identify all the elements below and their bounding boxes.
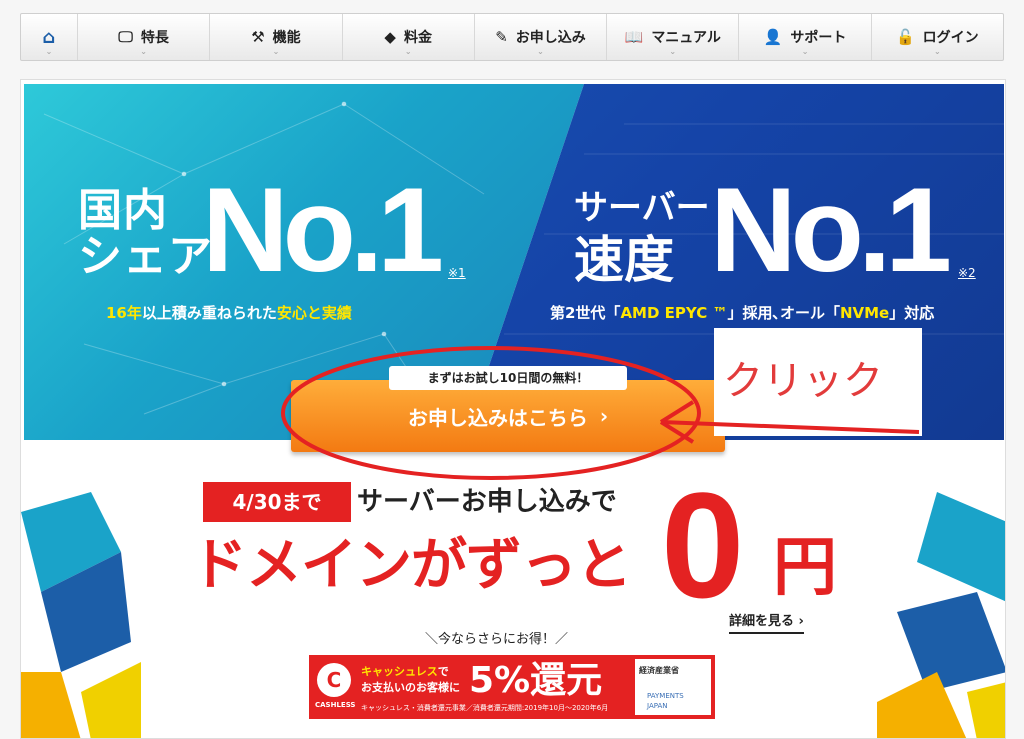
chevron-right-icon: › <box>599 404 609 428</box>
promo-zero: 0 <box>661 461 745 629</box>
tag-icon: ◆ <box>384 28 396 46</box>
chevron-down-icon: ⌄ <box>404 47 412 56</box>
nav-support[interactable]: 👤 サポート ⌄ <box>739 14 872 60</box>
share-no1: No.1 <box>202 163 444 297</box>
apply-button[interactable]: お申し込みはこちら › <box>291 380 725 452</box>
chevron-down-icon: ⌄ <box>537 47 544 56</box>
meti-label: 経済産業省 <box>639 666 679 675</box>
nav-label: マニュアル <box>651 30 721 46</box>
nav-label: 料金 <box>403 30 432 46</box>
cashless-banner[interactable]: C CASHLESS キャッシュレスで お支払いのお客様に 5%還元 キャッシュ… <box>309 655 715 719</box>
share-subtext: 16年以上積み重ねられた安心と実績 <box>106 304 352 322</box>
right-decoration <box>877 492 1005 738</box>
share-note[interactable]: ※1 <box>448 266 466 280</box>
tools-icon: ⚒ <box>251 28 265 46</box>
main-card: 国内 シェア No.1 ※1 サーバー 速度 No.1 ※2 16年以上積み重ね… <box>20 79 1006 739</box>
nav-features[interactable]: 🖵 特長 ⌄ <box>78 14 211 60</box>
nav-label: お申し込み <box>515 30 586 46</box>
promo-line1: サーバーお申し込みで <box>357 487 617 517</box>
nav-apply[interactable]: ✎ お申し込み ⌄ <box>475 14 608 60</box>
more-deals-text: ＼今ならさらにお得！／ <box>425 632 569 647</box>
speed-no1: No.1 <box>710 163 952 297</box>
lock-icon: 🔓 <box>895 28 915 46</box>
nav-label: 特長 <box>140 30 169 46</box>
nav-label: 機能 <box>272 30 301 46</box>
speed-heading-1: サーバー <box>574 188 710 228</box>
nav-home[interactable]: ⌂ ⌄ <box>21 14 78 60</box>
cashless-fineprint: キャッシュレス・消費者還元事業／消費者還元期間:2019年10月〜2020年6月 <box>361 704 609 712</box>
speed-subtext: 第2世代「AMD EPYC ™」採用､オール「NVMe」対応 <box>550 304 935 322</box>
trial-badge: まずはお試し10日間の無料！ <box>389 366 627 390</box>
speed-note[interactable]: ※2 <box>958 266 976 280</box>
payments-japan-label: PAYMENTS JAPAN <box>647 692 684 710</box>
cashless-logo-icon: C <box>317 663 351 697</box>
person-icon: 👤 <box>763 28 783 46</box>
speed-heading: サーバー 速度 <box>574 182 710 286</box>
promo-yen: 円 <box>773 531 837 605</box>
left-decoration <box>21 492 141 738</box>
cashless-text-1: キャッシュレスで <box>361 665 449 678</box>
deadline-badge: 4/30まで <box>203 482 351 522</box>
nav-functions[interactable]: ⚒ 機能 ⌄ <box>210 14 343 60</box>
apply-button-label: お申し込みはこちら <box>407 405 588 430</box>
pencil-icon: ✎ <box>495 28 508 46</box>
meti-logo: 経済産業省 PAYMENTS JAPAN <box>635 659 711 715</box>
chevron-right-icon: › <box>798 614 804 629</box>
monitor-icon: 🖵 <box>118 28 133 46</box>
chevron-down-icon: ⌄ <box>45 47 53 56</box>
chevron-down-icon: ⌄ <box>140 47 147 56</box>
chevron-down-icon: ⌄ <box>933 47 941 56</box>
home-icon: ⌂ <box>42 26 56 48</box>
nav-label: ログイン <box>922 30 979 46</box>
detail-link-label: 詳細を見る <box>729 614 795 629</box>
cashless-percent: 5%還元 <box>469 660 603 701</box>
nav-login[interactable]: 🔓 ログイン ⌄ <box>872 14 1003 60</box>
chevron-down-icon: ⌄ <box>801 47 809 56</box>
annotation-click-text: クリック <box>723 358 883 404</box>
nav-pricing[interactable]: ◆ 料金 ⌄ <box>343 14 475 60</box>
promo-main-text: ドメインがずっと <box>191 533 632 598</box>
chevron-down-icon: ⌄ <box>669 47 677 56</box>
global-nav: ⌂ ⌄ 🖵 特長 ⌄ ⚒ 機能 ⌄ ◆ 料金 ⌄ ✎ お申し込み ⌄ 📖 マニュ… <box>20 13 1004 61</box>
share-heading: 国内 シェア <box>78 185 213 282</box>
nav-label: サポート <box>790 30 847 46</box>
cashless-logo-text: CASHLESS <box>315 701 356 709</box>
book-icon: 📖 <box>624 28 644 46</box>
detail-link[interactable]: 詳細を見る › <box>729 610 804 634</box>
chevron-down-icon: ⌄ <box>272 47 280 56</box>
nav-manual[interactable]: 📖 マニュアル ⌄ <box>607 14 740 60</box>
cashless-text-2: お支払いのお客様に <box>361 681 460 694</box>
speed-heading-2: 速度 <box>574 231 674 289</box>
